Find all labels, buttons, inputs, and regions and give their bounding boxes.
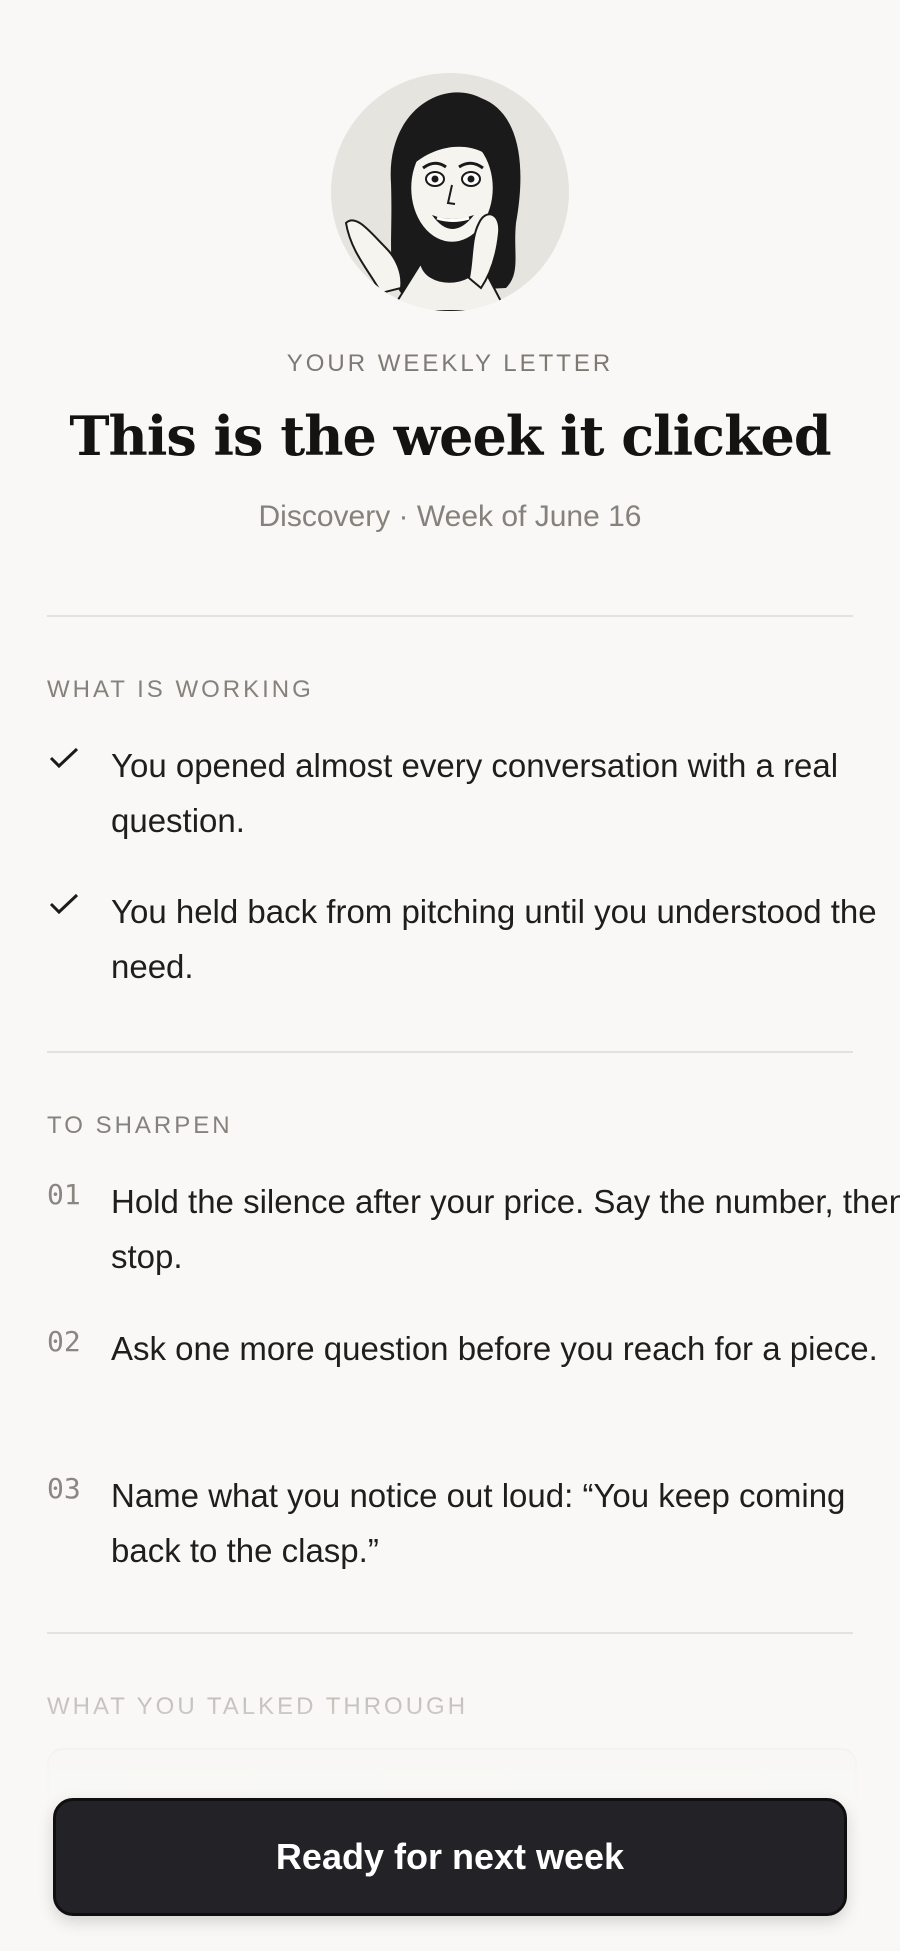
check-icon (49, 893, 79, 915)
coach-portrait-icon (344, 92, 521, 311)
divider (47, 1051, 853, 1053)
page-subtitle: Discovery · Week of June 16 (258, 500, 642, 533)
sharpen-item-text: Hold the silence after your price. Say t… (111, 1183, 900, 1275)
page-title: This is the week it clicked (69, 404, 831, 468)
section-label-working: WHAT IS WORKING (47, 676, 314, 703)
weekly-letter-page: YOUR WEEKLY LETTER This is the week it c… (0, 0, 900, 1951)
divider (47, 615, 853, 617)
section-label-sharpen: TO SHARPEN (47, 1112, 233, 1139)
working-item-text: You held back from pitching until you un… (111, 893, 877, 985)
item-number: 03 (47, 1472, 81, 1505)
sharpen-item-text: Name what you notice out loud: “You keep… (111, 1477, 846, 1569)
item-number: 02 (47, 1325, 81, 1358)
check-icon (49, 747, 79, 769)
ready-next-week-button[interactable]: Ready for next week (53, 1798, 847, 1916)
working-item-text: You opened almost every conversation wit… (111, 747, 839, 839)
item-number: 01 (47, 1178, 81, 1211)
avatar (331, 73, 569, 311)
eyebrow-label: YOUR WEEKLY LETTER (286, 350, 614, 377)
divider (47, 1632, 853, 1634)
sharpen-item-text: Ask one more question before you reach f… (111, 1330, 878, 1367)
